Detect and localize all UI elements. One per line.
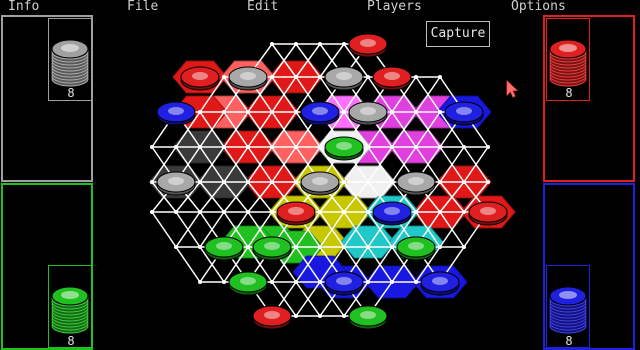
capture-button[interactable]: Capture — [426, 21, 490, 47]
green-piece[interactable] — [396, 236, 436, 261]
green-piece[interactable] — [324, 136, 364, 161]
blue-piece[interactable] — [372, 201, 412, 226]
arrow-cursor-icon — [506, 80, 519, 98]
green-piece[interactable] — [348, 305, 388, 330]
blue-piece[interactable] — [420, 271, 460, 296]
blue-piece[interactable] — [156, 101, 196, 126]
green-piece[interactable] — [204, 236, 244, 261]
green-piece[interactable] — [252, 236, 292, 261]
red-piece[interactable] — [252, 305, 292, 330]
gray-piece[interactable] — [156, 171, 196, 196]
gray-piece[interactable] — [348, 101, 388, 126]
red-piece[interactable] — [372, 66, 412, 91]
gray-piece[interactable] — [396, 171, 436, 196]
red-piece[interactable] — [348, 33, 388, 58]
gray-piece[interactable] — [228, 66, 268, 91]
red-piece[interactable] — [468, 201, 508, 226]
green-piece[interactable] — [228, 271, 268, 296]
gray-piece[interactable] — [324, 66, 364, 91]
red-piece[interactable] — [276, 201, 316, 226]
blue-piece[interactable] — [300, 101, 340, 126]
blue-piece[interactable] — [444, 101, 484, 126]
red-piece[interactable] — [180, 66, 220, 91]
gray-piece[interactable] — [300, 171, 340, 196]
blue-piece[interactable] — [324, 271, 364, 296]
game-board[interactable] — [0, 0, 640, 350]
